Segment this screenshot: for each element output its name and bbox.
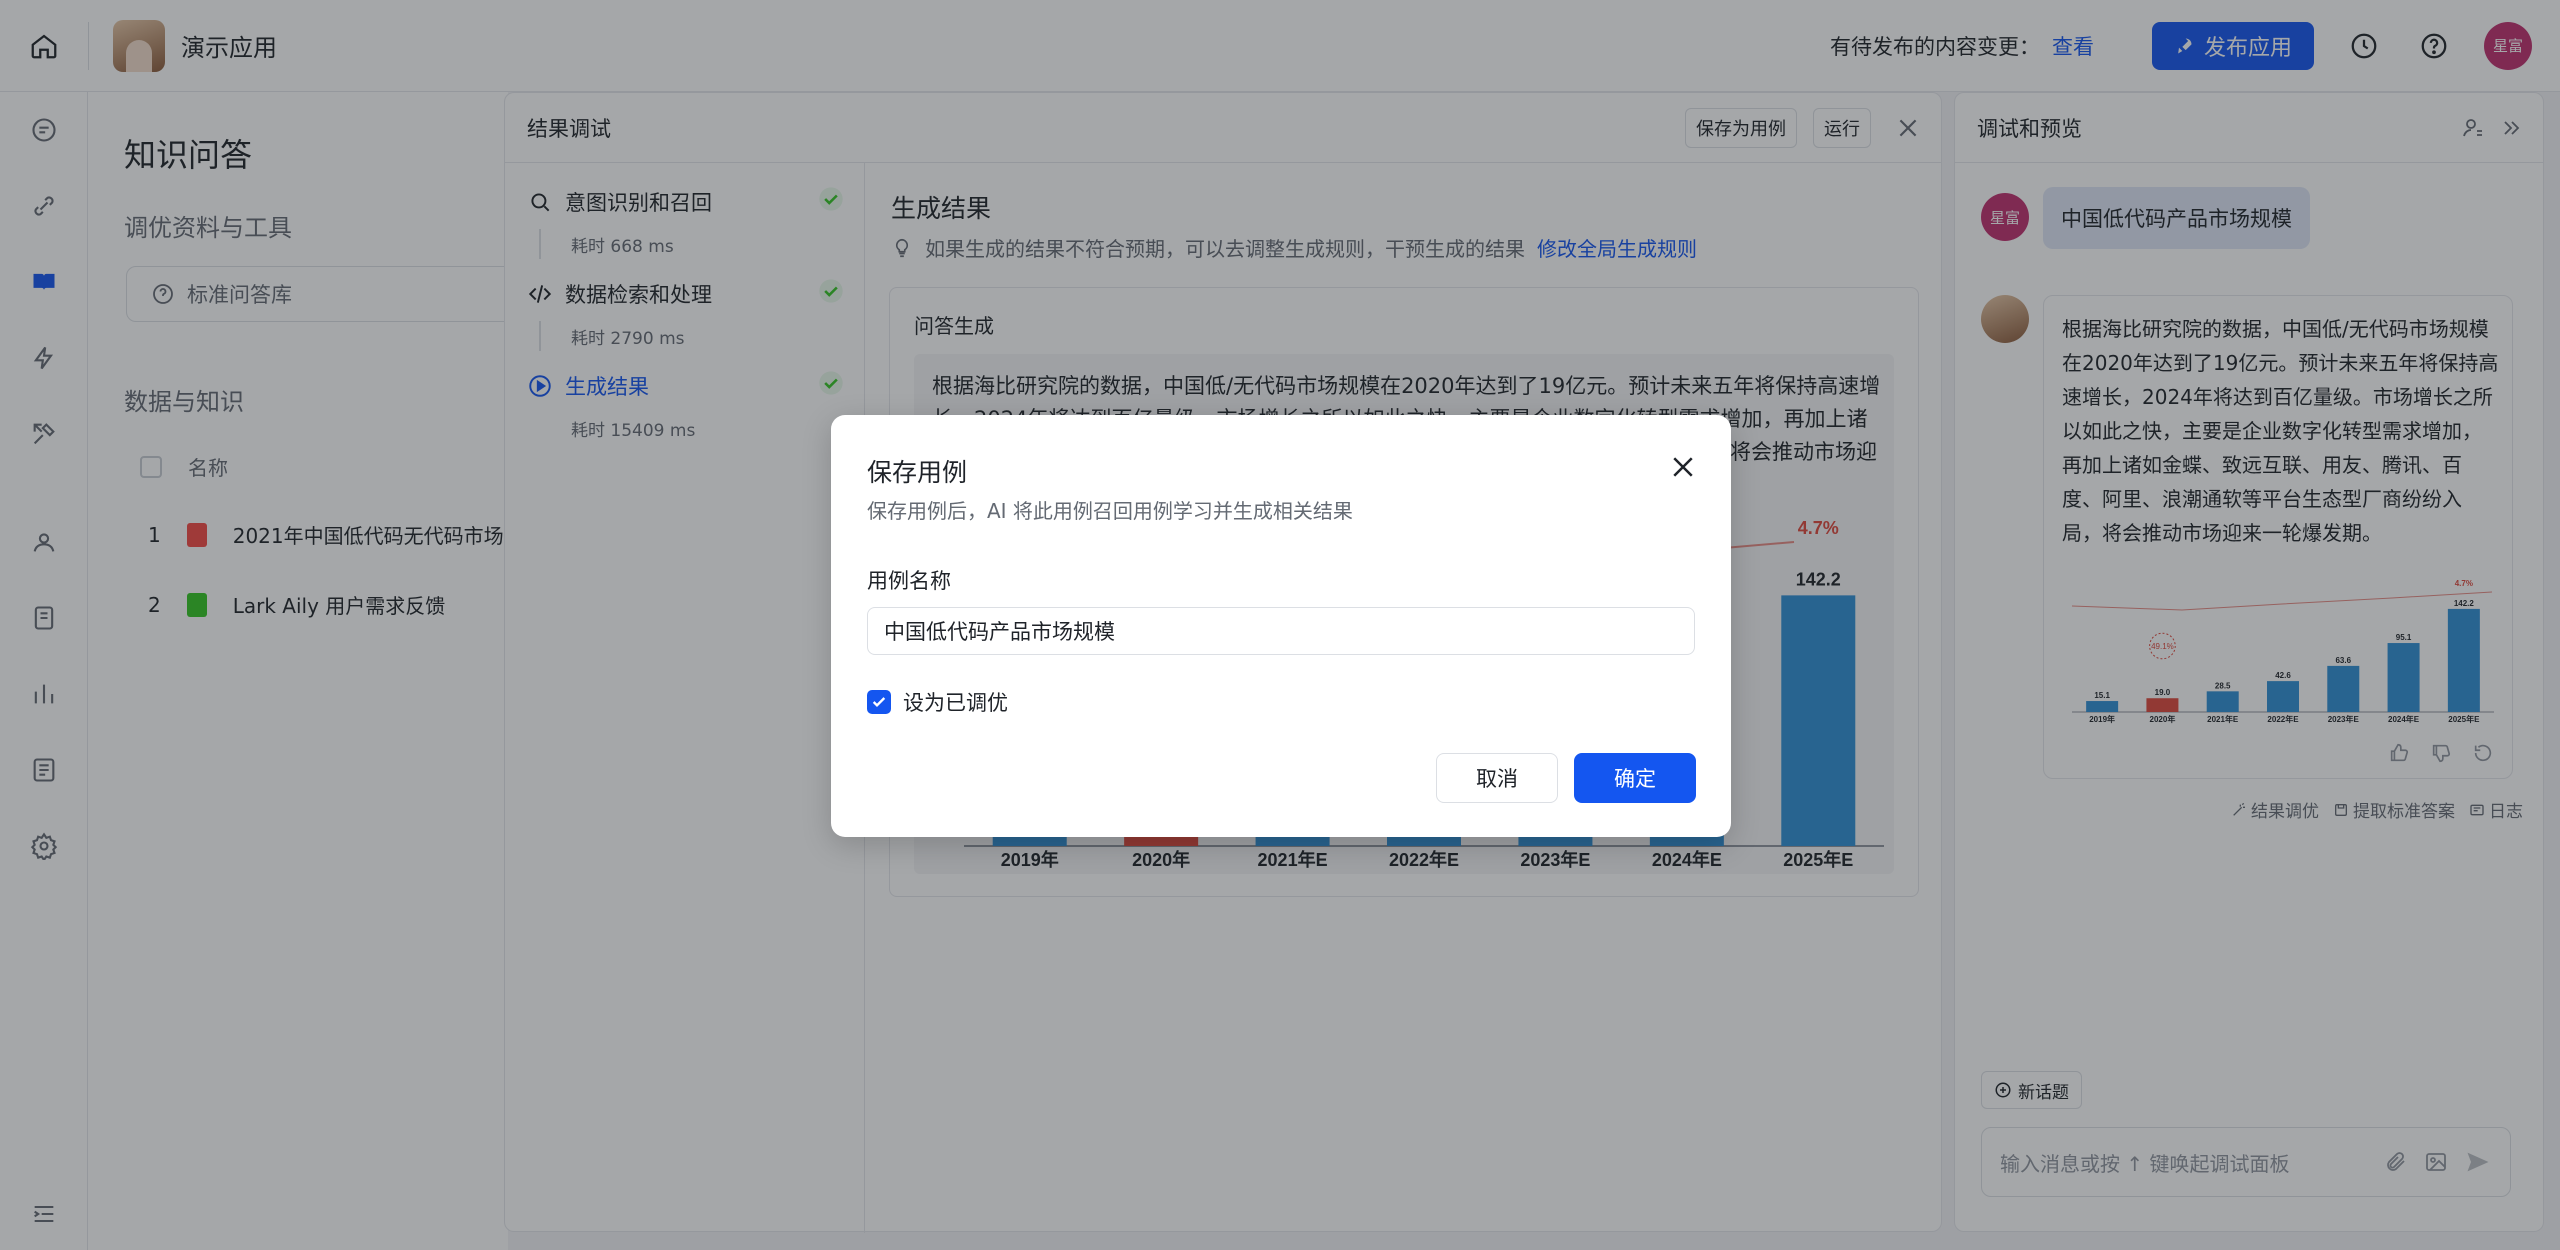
case-name-label: 用例名称: [867, 569, 951, 593]
dialog-title: 保存用例: [867, 458, 968, 487]
tuned-checkbox-row[interactable]: 设为已调优: [867, 687, 1008, 717]
confirm-button[interactable]: 确定: [1574, 753, 1696, 803]
case-name-input[interactable]: [867, 607, 1695, 655]
close-icon: [1673, 457, 1693, 477]
dialog-description: 保存用例后，AI 将此用例召回用例学习并生成相关结果: [867, 499, 1353, 523]
app-root: 演示应用 有待发布的内容变更： 查看 发布应用 星富 知识问答 调优资料与工具 …: [0, 0, 2560, 1250]
checkmark-icon: [872, 697, 886, 707]
tuned-checkbox-label: 设为已调优: [903, 691, 1008, 715]
tuned-checkbox[interactable]: [867, 690, 891, 714]
save-case-dialog: 保存用例 保存用例后，AI 将此用例召回用例学习并生成相关结果 用例名称 设为已…: [831, 415, 1731, 837]
cancel-button[interactable]: 取消: [1436, 753, 1558, 803]
dialog-close-button[interactable]: [1665, 449, 1701, 485]
